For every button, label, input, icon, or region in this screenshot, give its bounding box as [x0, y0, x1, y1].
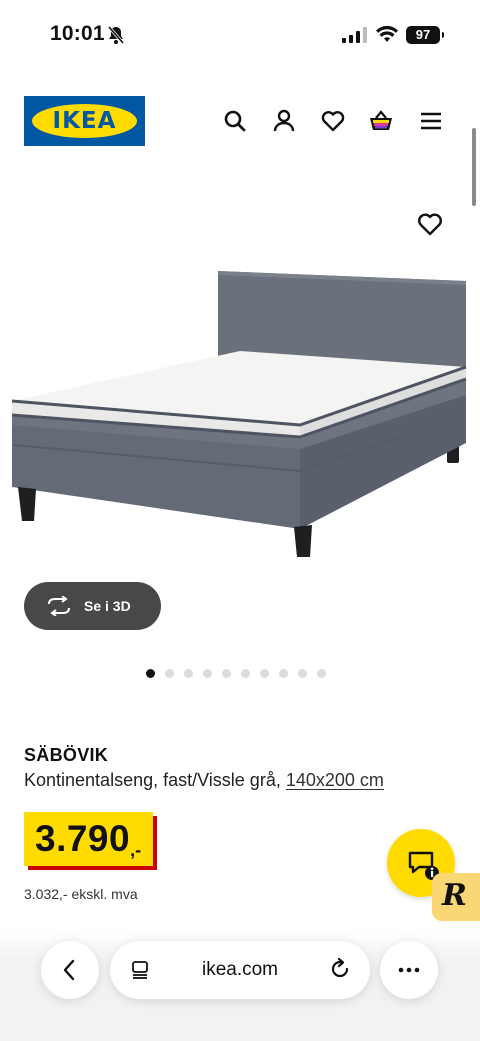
- logo-text: IKEA: [52, 108, 117, 134]
- carousel-dot[interactable]: [203, 669, 212, 678]
- address-bar[interactable]: ikea.com: [110, 941, 370, 999]
- price-suffix: ,-: [130, 840, 142, 860]
- price-value: 3.790: [35, 818, 131, 859]
- ellipsis-icon: [398, 967, 420, 973]
- carousel-dot[interactable]: [165, 669, 174, 678]
- chevron-left-icon: [63, 959, 75, 981]
- carousel-dot[interactable]: [222, 669, 231, 678]
- view-in-3d-label: Se i 3D: [84, 598, 131, 614]
- rotate-3d-icon: [48, 596, 70, 616]
- reload-icon[interactable]: [329, 958, 351, 980]
- carousel-dot[interactable]: [184, 669, 193, 678]
- status-time: 10:01: [50, 22, 105, 45]
- search-icon[interactable]: [222, 108, 248, 134]
- status-bar: 10:01 97: [0, 0, 480, 70]
- carousel-dot[interactable]: [298, 669, 307, 678]
- image-carousel-dots[interactable]: [146, 669, 326, 678]
- basket-icon[interactable]: [368, 108, 394, 134]
- signal-icon: [342, 27, 367, 43]
- carousel-dot[interactable]: [146, 669, 155, 678]
- product-size-link[interactable]: 140x200 cm: [286, 770, 384, 790]
- user-icon[interactable]: [271, 108, 297, 134]
- page-scrollbar[interactable]: [472, 128, 476, 206]
- product-image[interactable]: [0, 255, 480, 575]
- product-description-text: Kontinentalseng, fast/Vissle grå,: [24, 770, 281, 790]
- view-in-3d-button[interactable]: Se i 3D: [24, 582, 161, 630]
- price-excl-vat: 3.032,- ekskl. mva: [24, 886, 138, 902]
- extension-badge-icon[interactable]: R: [432, 873, 480, 921]
- ikea-logo[interactable]: IKEA: [24, 96, 145, 146]
- bell-slash-icon: [107, 26, 125, 44]
- carousel-dot[interactable]: [317, 669, 326, 678]
- product-description: Kontinentalseng, fast/Vissle grå, 140x20…: [24, 770, 384, 791]
- price-tag: 3.790 ,-: [24, 812, 154, 866]
- menu-icon[interactable]: [418, 108, 444, 134]
- carousel-dot[interactable]: [241, 669, 250, 678]
- carousel-dot[interactable]: [260, 669, 269, 678]
- favourite-heart-icon[interactable]: [416, 210, 444, 238]
- heart-icon[interactable]: [320, 108, 346, 134]
- wifi-icon: [376, 25, 398, 42]
- battery-indicator: 97: [406, 26, 444, 44]
- more-options-button[interactable]: [380, 941, 438, 999]
- product-name: SÄBÖVIK: [24, 745, 109, 765]
- carousel-dot[interactable]: [279, 669, 288, 678]
- back-button[interactable]: [41, 941, 99, 999]
